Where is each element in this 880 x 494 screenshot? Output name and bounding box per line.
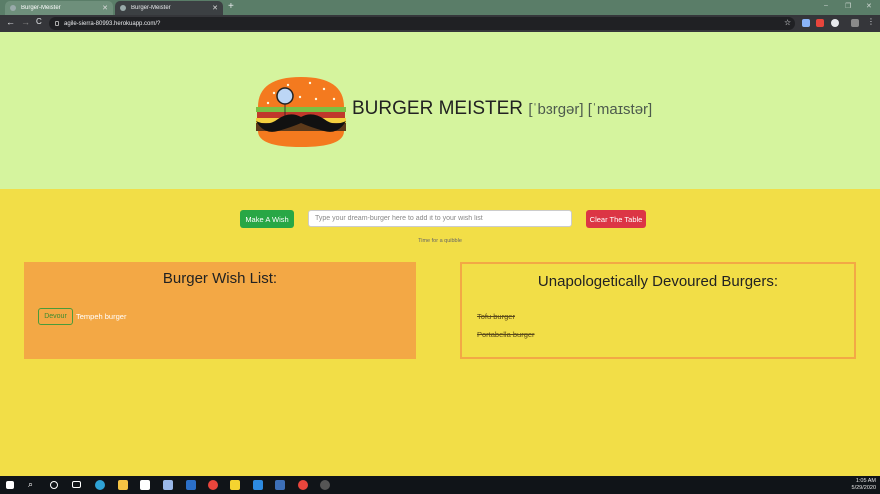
taskbar-clock[interactable]: 1:05 AM 5/29/2020 — [852, 478, 876, 492]
window-close-icon[interactable]: ✕ — [866, 2, 872, 10]
lock-icon — [55, 21, 59, 26]
clear-table-button[interactable]: Clear The Table — [586, 210, 646, 228]
url-text: agile-sierra-80993.herokuapp.com/? — [64, 20, 161, 27]
extension-icon[interactable] — [831, 19, 839, 27]
browser-tab-active[interactable]: Burger-Meister ✕ — [5, 1, 113, 15]
star-icon[interactable]: ☆ — [784, 18, 792, 27]
app-icon[interactable] — [275, 480, 285, 490]
search-icon[interactable]: ⌕ — [28, 479, 38, 489]
profile-avatar[interactable] — [851, 19, 859, 27]
quip-text: Time for a quibble — [418, 238, 462, 244]
store-icon[interactable] — [140, 480, 150, 490]
task-view-icon[interactable] — [72, 481, 81, 488]
browser-tab-inactive[interactable]: Burger-Meister ✕ — [115, 1, 223, 15]
tab-title: Burger-Meister — [131, 5, 171, 11]
new-tab-button[interactable]: + — [228, 1, 234, 12]
wish-list-panel: Burger Wish List: Devour Tempeh burger — [24, 262, 416, 359]
vscode-icon[interactable] — [253, 480, 263, 490]
tab-close-icon[interactable]: ✕ — [102, 4, 108, 12]
menu-kebab-icon[interactable]: ⋮ — [867, 17, 875, 26]
brand-name: BURGER MEISTER — [352, 98, 524, 119]
app-icon[interactable] — [320, 480, 330, 490]
back-arrow-icon[interactable]: ← — [6, 17, 15, 27]
windows-taskbar: ⌕ 1:05 AM 5/29/2020 — [0, 476, 880, 494]
devoured-item: Tofu burger — [477, 312, 515, 321]
file-explorer-icon[interactable] — [118, 480, 128, 490]
mail-icon[interactable] — [186, 480, 196, 490]
forward-arrow-icon[interactable]: → — [21, 17, 30, 27]
favicon-icon — [10, 5, 16, 11]
wish-list-title: Burger Wish List: — [162, 270, 278, 287]
devour-button[interactable]: Devour — [38, 308, 73, 325]
browser-tab-strip: Burger-Meister ✕ Burger-Meister ✕ + – ❐ … — [0, 0, 880, 15]
restore-icon[interactable]: ❐ — [845, 2, 851, 10]
edge-icon[interactable] — [95, 480, 105, 490]
favicon-icon — [120, 5, 126, 11]
sticky-notes-icon[interactable] — [230, 480, 240, 490]
reload-icon[interactable]: C — [36, 17, 42, 26]
devoured-title: Unapologetically Devoured Burgers: — [537, 273, 779, 290]
site-title: BURGER MEISTER [ˈbɜrɡər] [ˈmaɪstər] — [352, 98, 652, 120]
cortana-icon[interactable] — [50, 481, 58, 489]
minimize-icon[interactable]: – — [824, 2, 828, 9]
tab-title: Burger-Meister — [21, 5, 61, 11]
browser-toolbar: ← → C agile-sierra-80993.herokuapp.com/?… — [0, 15, 880, 32]
burger-wish-input[interactable] — [308, 210, 572, 227]
tab-close-icon[interactable]: ✕ — [212, 4, 218, 12]
windows-start-icon[interactable] — [6, 481, 14, 489]
clock-time: 1:05 AM — [855, 478, 876, 484]
photos-icon[interactable] — [163, 480, 173, 490]
chrome-icon[interactable] — [208, 480, 218, 490]
brand-phonetic: [ˈbɜrɡər] [ˈmaɪstər] — [528, 101, 653, 118]
address-bar[interactable]: agile-sierra-80993.herokuapp.com/? — [49, 17, 795, 30]
devoured-panel: Unapologetically Devoured Burgers: Tofu … — [460, 262, 856, 359]
wish-list-item: Tempeh burger — [76, 312, 127, 321]
make-a-wish-button[interactable]: Make A Wish — [240, 210, 294, 228]
devoured-item: Portabella burger — [477, 330, 535, 339]
extension-icon[interactable] — [816, 19, 824, 27]
chrome-icon[interactable] — [298, 480, 308, 490]
burger-logo-icon — [256, 77, 346, 147]
clock-date: 5/29/2020 — [851, 485, 876, 491]
extension-icon[interactable] — [802, 19, 810, 27]
